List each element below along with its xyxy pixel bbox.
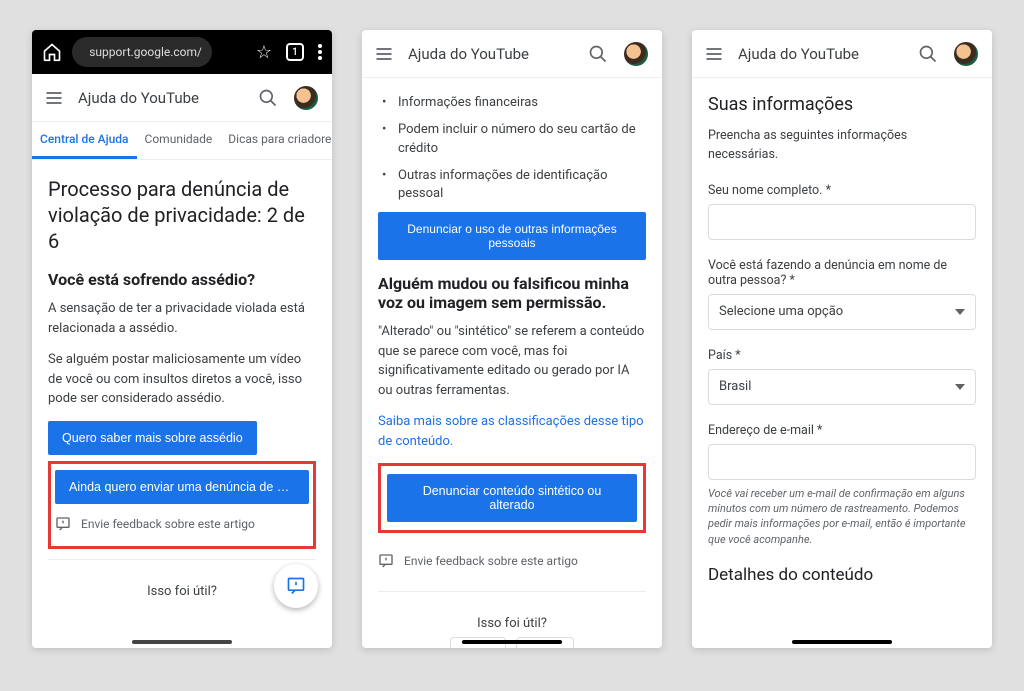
url-bar[interactable]: support.google.com/ [72, 37, 212, 67]
content-details-heading: Detalhes do conteúdo [708, 565, 976, 585]
report-personal-info-button[interactable]: Denunciar o uso de outras informações pe… [378, 212, 646, 260]
harassment-subheading: Você está sofrendo assédio? [48, 270, 316, 289]
label-email: Endereço de e-mail * [708, 423, 976, 438]
chevron-down-icon [955, 307, 965, 317]
search-icon[interactable] [918, 44, 938, 64]
tab-bar: Central de Ajuda Comunidade Dicas para c… [32, 122, 332, 160]
browser-toolbar: support.google.com/ ☆ 1 [32, 30, 332, 74]
p-altered-synthetic: "Alterado" ou "sintético" se referem a c… [378, 322, 646, 400]
feedback-icon [378, 553, 394, 569]
search-icon[interactable] [258, 88, 278, 108]
continue-privacy-complaint-button[interactable]: Ainda quero enviar uma denúncia de viola… [55, 470, 309, 504]
bullet-creditcard: Podem incluir o número do seu cartão de … [392, 121, 646, 159]
page-title: Ajuda do YouTube [738, 45, 904, 63]
avatar[interactable] [292, 84, 320, 112]
menu-icon[interactable] [704, 44, 724, 64]
label-behalf: Você está fazendo a denúncia em nome de … [708, 258, 976, 288]
star-icon[interactable]: ☆ [256, 42, 272, 63]
full-name-input[interactable] [708, 204, 976, 240]
p-sensation: A sensação de ter a privacidade violada … [48, 299, 316, 338]
label-country: País * [708, 348, 976, 363]
app-header: Ajuda do YouTube [32, 74, 332, 122]
tab-help-center[interactable]: Central de Ajuda [32, 122, 137, 159]
avatar[interactable] [952, 40, 980, 68]
page-title: Ajuda do YouTube [78, 89, 244, 107]
highlight-box: Denunciar conteúdo sintético ou alterado [378, 463, 646, 533]
page-title: Ajuda do YouTube [408, 45, 574, 63]
process-heading: Processo para denúncia de violação de pr… [48, 176, 316, 254]
was-useful-label: Isso foi útil? [378, 602, 646, 637]
send-feedback-row[interactable]: Envie feedback sobre este artigo [55, 504, 309, 544]
synthetic-subheading: Alguém mudou ou falsificou minha voz ou … [378, 274, 646, 312]
more-icon[interactable] [318, 44, 322, 60]
home-indicator [132, 640, 232, 644]
country-select[interactable]: Brasil [708, 369, 976, 405]
chevron-down-icon [955, 382, 965, 392]
label-full-name: Seu nome completo. * [708, 183, 976, 198]
home-indicator [792, 640, 892, 644]
home-icon[interactable] [42, 42, 62, 62]
search-icon[interactable] [588, 44, 608, 64]
app-header: Ajuda do YouTube [692, 30, 992, 78]
p-malicious: Se alguém postar maliciosamente um vídeo… [48, 350, 316, 409]
avatar[interactable] [622, 40, 650, 68]
send-feedback-row[interactable]: Envie feedback sobre este artigo [378, 541, 646, 581]
email-input[interactable] [708, 444, 976, 480]
bullet-other-id: Outras informações de identificação pess… [392, 167, 646, 205]
menu-icon[interactable] [374, 44, 394, 64]
tab-count[interactable]: 1 [286, 43, 304, 61]
email-hint: Você vai receber um e-mail de confirmaçã… [708, 486, 976, 548]
feedback-icon [55, 516, 71, 532]
your-info-heading: Suas informações [708, 94, 976, 115]
learn-more-harassment-button[interactable]: Quero saber mais sobre assédio [48, 421, 257, 455]
home-indicator [462, 640, 562, 644]
highlight-box: Ainda quero enviar uma denúncia de viola… [48, 461, 316, 549]
bullet-financial: Informações financeiras [392, 94, 646, 113]
menu-icon[interactable] [44, 88, 64, 108]
app-header: Ajuda do YouTube [362, 30, 662, 78]
tune-icon [82, 46, 83, 58]
report-synthetic-content-button[interactable]: Denunciar conteúdo sintético ou alterado [387, 474, 637, 522]
tab-tips[interactable]: Dicas para criadores de co [220, 122, 332, 159]
behalf-select[interactable]: Selecione uma opção [708, 294, 976, 330]
tab-community[interactable]: Comunidade [137, 122, 221, 159]
form-intro: Preencha as seguintes informações necess… [708, 127, 976, 165]
learn-more-classifications-link[interactable]: Saiba mais sobre as classificações desse… [378, 414, 644, 449]
url-text: support.google.com/ [89, 45, 202, 59]
feedback-fab[interactable] [274, 564, 318, 608]
